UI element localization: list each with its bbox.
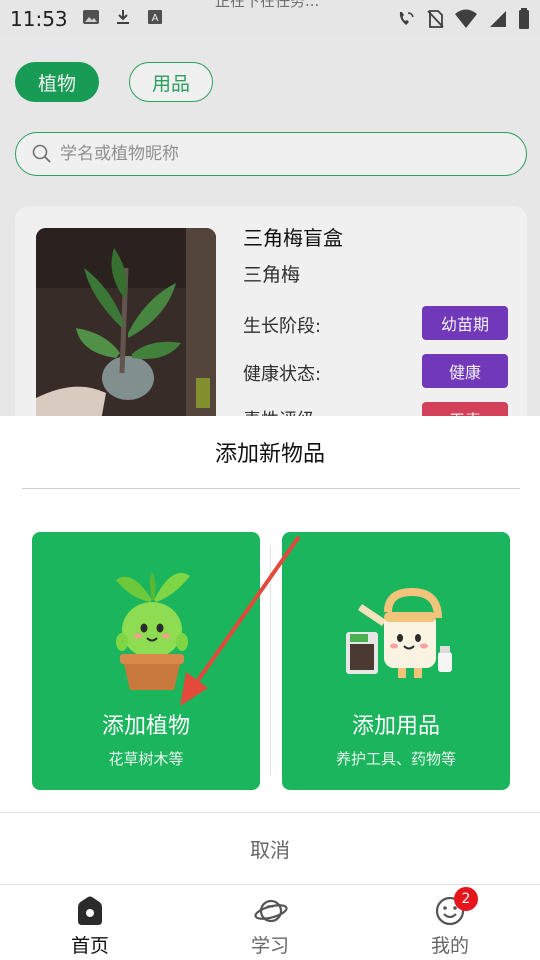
potted-sprout-icon [116,572,190,690]
add-item-sheet: 添加新物品 添加植物 花草树木等 添加用品 养护工具、药物等 取消 [0,416,540,884]
option-separator [270,546,271,776]
home-icon [78,896,102,925]
nav-item-mine[interactable]: 2 我的 [390,887,510,957]
planet-icon [254,899,288,923]
nav-learn-label: 学习 [250,935,289,957]
add-plant-label: 添加植物 [101,714,190,739]
add-plant-button[interactable]: 添加植物 花草树木等 [32,532,260,790]
nav-item-home[interactable]: 首页 [30,893,150,957]
notification-badge: 2 [454,887,478,911]
add-supply-desc: 养护工具、药物等 [335,750,456,768]
sheet-title: 添加新物品 [214,442,325,467]
nav-mine-label: 我的 [430,935,469,957]
nav-item-learn[interactable]: 学习 [210,893,330,957]
add-supply-label: 添加用品 [351,714,440,739]
watering-can-icon [346,587,452,678]
add-supply-button[interactable]: 添加用品 养护工具、药物等 [282,532,510,790]
sheet-divider [22,488,520,489]
add-plant-desc: 花草树木等 [108,750,184,768]
app-screen: 正在下在任务... 11:53 A 植物 用品 学名或植物昵称 三角梅盲盒 三角… [0,0,540,960]
bottom-nav: 首页 学习 2 我的 [0,884,540,960]
nav-home-label: 首页 [70,935,109,957]
cancel-button[interactable]: 取消 [0,813,540,883]
